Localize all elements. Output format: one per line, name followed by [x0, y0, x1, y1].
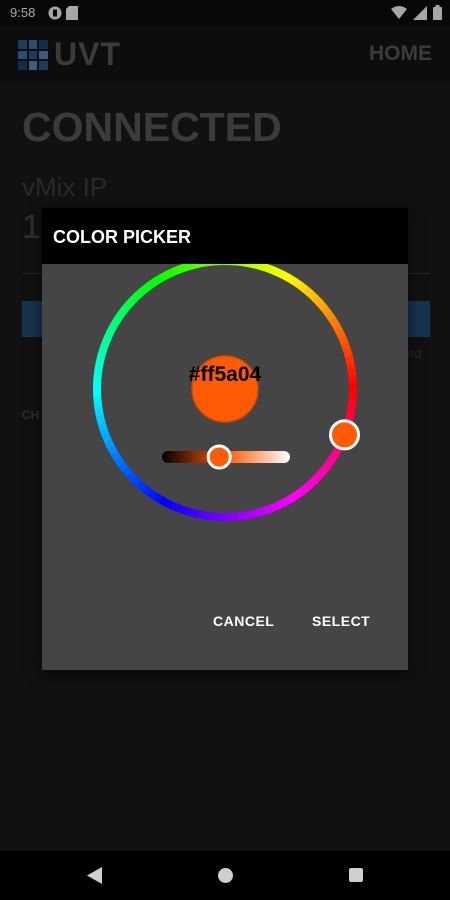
- system-nav-bar: [0, 851, 450, 900]
- hex-value-label: #ff5a04: [188, 363, 262, 386]
- recent-apps-icon[interactable]: [349, 868, 363, 882]
- select-button[interactable]: SELECT: [312, 613, 370, 629]
- dialog-title: COLOR PICKER: [53, 227, 192, 247]
- brightness-slider-handle[interactable]: [206, 444, 232, 470]
- back-icon[interactable]: [87, 867, 102, 884]
- color-picker-canvas: [93, 264, 360, 521]
- dialog-header: COLOR PICKER: [42, 208, 408, 264]
- cancel-button[interactable]: CANCEL: [213, 613, 274, 629]
- color-picker-dialog: COLOR PICKER #ff5a04 CANCEL SELECT: [42, 208, 408, 670]
- home-icon[interactable]: [218, 868, 233, 883]
- hue-ring-handle[interactable]: [328, 419, 360, 451]
